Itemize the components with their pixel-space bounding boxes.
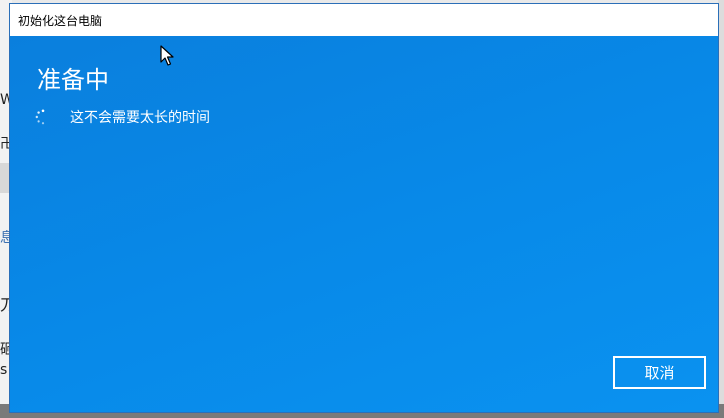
mouse-pointer-icon	[160, 45, 174, 66]
loading-spinner-icon	[35, 109, 45, 125]
dialog-titlebar[interactable]: 初始化这台电脑	[10, 4, 718, 36]
dialog-body: 准备中 这不会需要太长的时间 取消	[10, 36, 718, 412]
dialog-title: 初始化这台电脑	[18, 13, 103, 28]
status-text: 这不会需要太长的时间	[70, 110, 210, 126]
cancel-button[interactable]: 取消	[613, 356, 706, 389]
page-title: 准备中	[37, 66, 109, 94]
initialize-pc-dialog: 初始化这台电脑 准备中 这不会需要太长的时间 取消	[9, 3, 719, 413]
